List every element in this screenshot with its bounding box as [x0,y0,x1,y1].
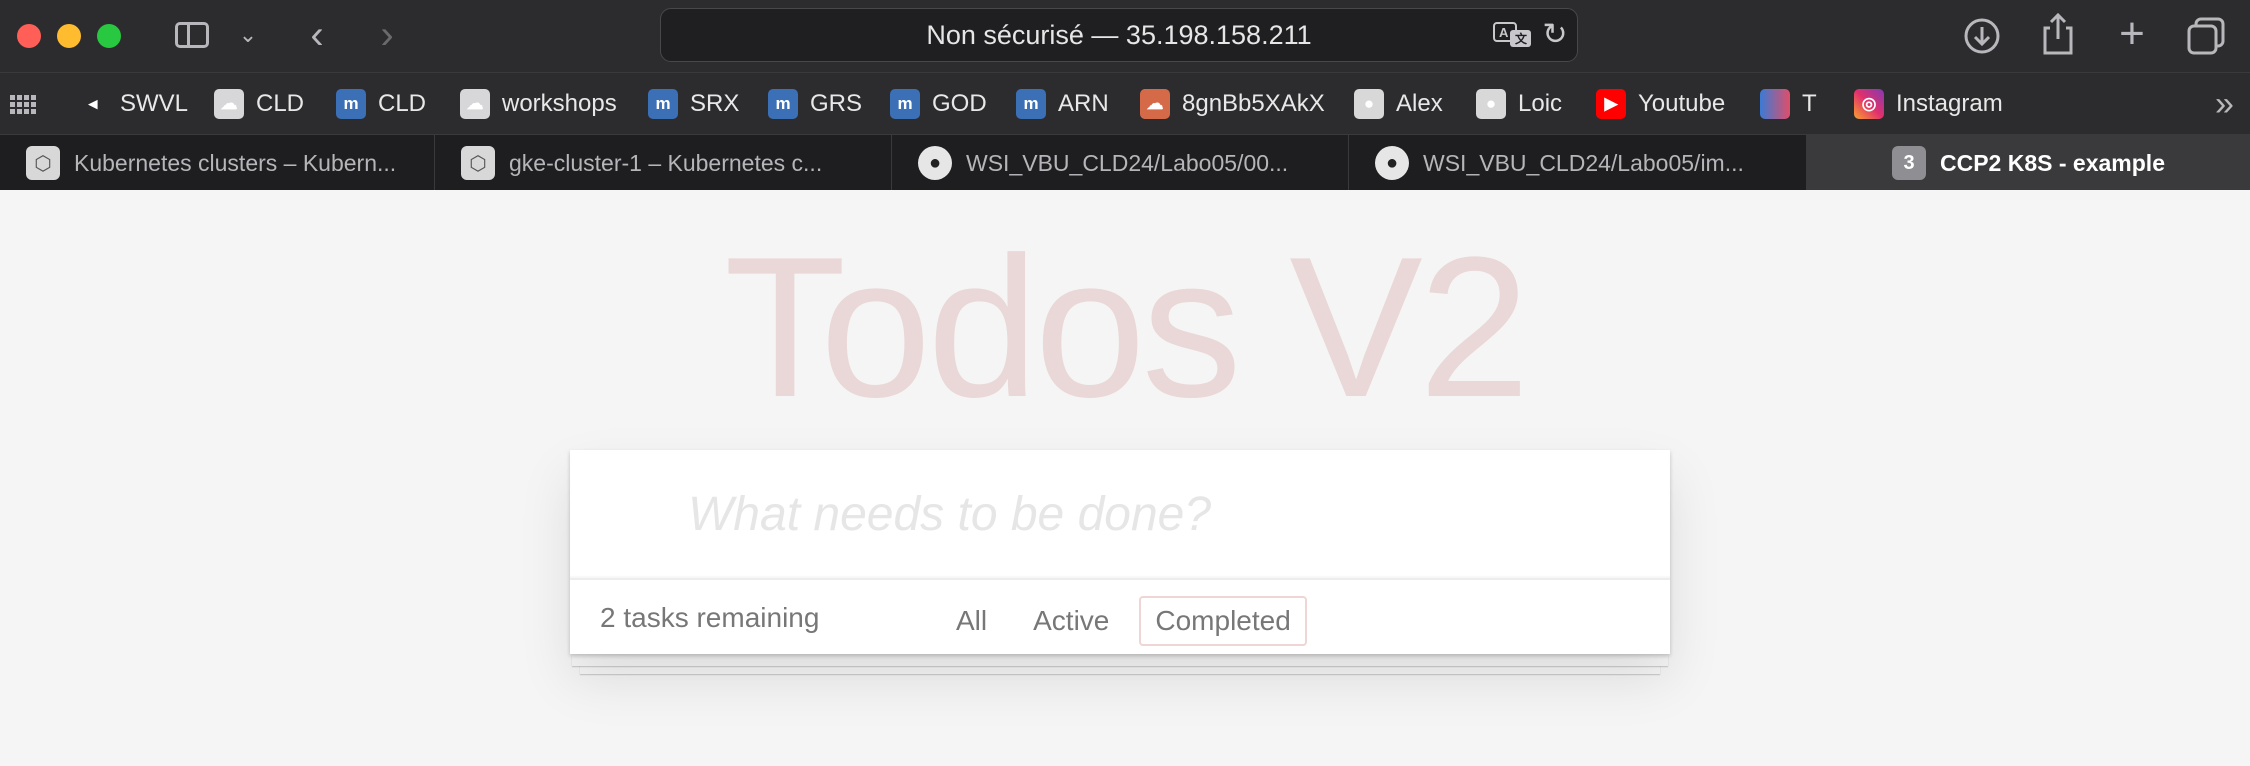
favorites-bar: ◂ SWVL ☁ CLD m CLD ☁ workshops m SRX m G… [0,72,2250,134]
sidebar-toggle-icon[interactable] [172,18,212,52]
moodle-icon: m [768,89,798,119]
minimize-window-button[interactable] [57,24,81,48]
github-icon: ● [1375,146,1409,180]
favorite-alex[interactable]: ● Alex [1354,73,1443,135]
gke-icon: ⬡ [26,146,60,180]
moodle-icon: m [1016,89,1046,119]
tab-title: gke-cluster-1 – Kubernetes c... [509,149,823,176]
favorite-label: ARN [1058,90,1109,117]
github-icon: ● [1354,89,1384,119]
filter-list: All Active Completed [940,596,1307,646]
t-icon [1760,89,1790,119]
favorite-loic[interactable]: ● Loic [1476,73,1562,135]
download-icon[interactable] [1962,16,2002,56]
favorite-youtube[interactable]: ▶ Youtube [1596,73,1725,135]
browser-toolbar: ⌄ ‹ › Non sécurisé — 35.198.158.211 A 文 … [0,0,2250,72]
share-icon[interactable] [2038,12,2078,56]
favorite-8gnbb5xakx[interactable]: ☁ 8gnBb5XAkX [1140,73,1325,135]
favorite-cld-1[interactable]: ☁ CLD [214,73,304,135]
favorite-label: workshops [502,90,617,117]
translate-icon[interactable]: A 文 [1493,21,1533,49]
favorite-srx[interactable]: m SRX [648,73,739,135]
page-title: Todos V2 [724,216,1530,439]
filter-completed[interactable]: Completed [1139,596,1307,646]
github-icon: ● [1476,89,1506,119]
tab-gke-cluster[interactable]: ⬡ gke-cluster-1 – Kubernetes c... [435,135,892,191]
svg-text:A: A [1499,25,1509,40]
filter-all[interactable]: All [940,596,1003,646]
favorite-arn[interactable]: m ARN [1016,73,1109,135]
tab-title: Kubernetes clusters – Kubern... [74,149,397,176]
tasks-remaining-count: 2 tasks remaining [600,602,820,633]
web-page: Todos V2 2 tasks remaining All Active Co… [0,190,2250,766]
tab-github-labo05-1[interactable]: ● WSI_VBU_CLD24/Labo05/00... [892,135,1349,191]
stack-shadow [572,654,1668,666]
favorite-label: GRS [810,90,863,117]
favorite-label: Instagram [1896,90,2003,117]
favorite-label: T [1802,90,1817,117]
tab-overview-icon[interactable] [2186,16,2226,56]
favorite-label: Loic [1518,90,1563,117]
tab-title: WSI_VBU_CLD24/Labo05/00... [966,149,1289,176]
address-url[interactable]: Non sécurisé — 35.198.158.211 [661,9,1577,61]
gke-icon: ⬡ [461,146,495,180]
apps-grid-icon[interactable] [10,95,36,115]
favorite-swvl[interactable]: ◂ SWVL [78,73,188,135]
reload-icon[interactable]: ↻ [1537,17,1573,53]
more-favorites-icon[interactable]: » [2215,85,2234,124]
tab-ccp2-k8s-example[interactable]: 3 CCP2 K8S - example [1807,135,2250,191]
moodle-icon: m [648,89,678,119]
cloud-icon: ☁ [460,89,490,119]
new-tab-icon[interactable]: + [2112,9,2152,58]
favorite-t[interactable]: T [1760,73,1817,135]
tab-title: CCP2 K8S - example [1940,149,2165,176]
favorite-label: 8gnBb5XAkX [1182,90,1325,117]
filter-active[interactable]: Active [1017,596,1125,646]
address-bar[interactable]: Non sécurisé — 35.198.158.211 A 文 ↻ [660,8,1578,62]
favorite-instagram[interactable]: ◎ Instagram [1854,73,2003,135]
favorite-label: SWVL [120,90,189,117]
favorite-label: GOD [932,90,987,117]
tab-kubernetes-clusters[interactable]: ⬡ Kubernetes clusters – Kubern... [0,135,435,191]
back-icon[interactable]: ‹ [300,13,334,57]
instagram-icon: ◎ [1854,89,1884,119]
favorite-label: SRX [690,90,740,117]
favorite-grs[interactable]: m GRS [768,73,862,135]
forward-icon[interactable]: › [370,13,404,57]
cloud-icon: ☁ [214,89,244,119]
moodle-icon: m [890,89,920,119]
favorite-god[interactable]: m GOD [890,73,987,135]
tab-bar: ⬡ Kubernetes clusters – Kubern... ⬡ gke-… [0,134,2250,191]
tab-github-labo05-2[interactable]: ● WSI_VBU_CLD24/Labo05/im... [1349,135,1807,191]
tab-title: WSI_VBU_CLD24/Labo05/im... [1423,149,1744,176]
close-window-button[interactable] [17,24,41,48]
maximize-window-button[interactable] [97,24,121,48]
tab-group-badge: 3 [1892,146,1926,180]
youtube-icon: ▶ [1596,89,1626,119]
todo-footer: 2 tasks remaining All Active Completed [570,582,1670,654]
anon-icon: ☁ [1140,89,1170,119]
moodle-icon: m [336,89,366,119]
new-todo-input[interactable] [570,450,1670,580]
svg-text:文: 文 [1515,31,1528,46]
todo-card: 2 tasks remaining All Active Completed [570,450,1670,654]
favorite-label: CLD [256,90,305,117]
favorite-workshops[interactable]: ☁ workshops [460,73,617,135]
favorite-cld-2[interactable]: m CLD [336,73,426,135]
chevron-down-icon[interactable]: ⌄ [236,20,260,50]
github-icon: ● [918,146,952,180]
favorite-label: CLD [378,90,427,117]
favorite-label: Alex [1396,90,1443,117]
favorite-label: Youtube [1638,90,1726,117]
swvl-icon: ◂ [88,94,98,113]
